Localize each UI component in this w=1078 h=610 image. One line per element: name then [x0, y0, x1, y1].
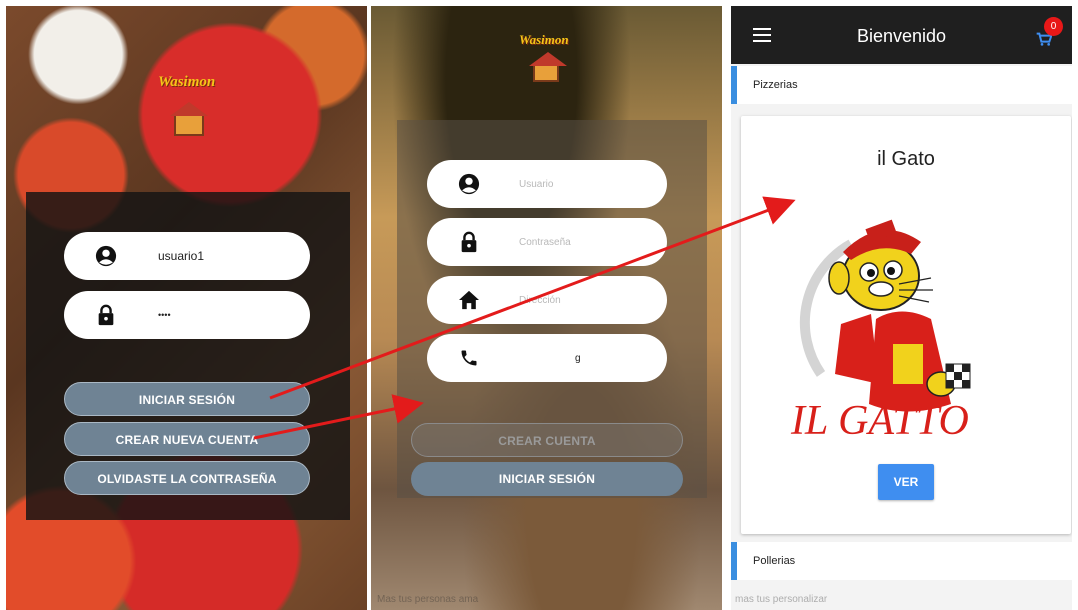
- create-account-button[interactable]: CREAR NUEVA CUENTA: [64, 422, 310, 456]
- section-title: Pizzerias: [753, 79, 798, 91]
- section-pizzerias: Pizzerias: [731, 66, 1072, 104]
- footer-text: mas tus personalizar: [735, 594, 828, 605]
- cart-badge: 0: [1044, 17, 1063, 36]
- username-placeholder: Usuario: [519, 178, 554, 190]
- app-logo-house: [170, 102, 208, 136]
- register-password-field[interactable]: Contraseña: [427, 218, 667, 266]
- register-address-field[interactable]: Dirección: [427, 276, 667, 324]
- register-username-field[interactable]: Usuario: [427, 160, 667, 208]
- restaurant-card: il Gato IL GATTO VER: [741, 116, 1071, 534]
- ver-button[interactable]: VER: [878, 464, 934, 500]
- create-account-button[interactable]: CREAR CUENTA: [411, 423, 683, 457]
- app-bar-title: Bienvenido: [856, 26, 947, 46]
- section-title: Pollerias: [753, 555, 796, 567]
- user-circle-icon: [94, 244, 118, 268]
- phone-icon: [457, 346, 481, 370]
- address-placeholder: Dirección: [519, 294, 561, 306]
- il-gato-logo-text: IL GATTO: [790, 398, 969, 444]
- lock-icon: [457, 230, 481, 254]
- register-phone-field[interactable]: g: [427, 334, 667, 382]
- register-login-button[interactable]: INICIAR SESIÓN: [411, 462, 683, 496]
- login-button[interactable]: INICIAR SESIÓN: [64, 382, 310, 416]
- home-icon: [457, 288, 481, 312]
- password-placeholder: Contraseña: [519, 236, 571, 248]
- login-screen: Wasimon usuario1 •••• INICIAR SESIÓN CRE…: [6, 6, 367, 610]
- register-screen: Wasimon Usuario Contraseña Dirección g C…: [371, 6, 722, 610]
- user-circle-icon: [457, 172, 481, 196]
- il-gato-logo: IL GATTO: [790, 219, 971, 444]
- card-title: il Gato: [877, 148, 935, 170]
- username-value: usuario1: [158, 249, 205, 263]
- phone-value: g: [575, 352, 581, 364]
- app-logo-text: Wasimon: [519, 32, 569, 47]
- password-value: ••••: [158, 310, 171, 320]
- section-pollerias: Pollerias: [731, 542, 1072, 580]
- username-field[interactable]: usuario1: [64, 232, 310, 280]
- app-logo-text: Wasimon: [158, 74, 216, 90]
- lock-icon: [94, 303, 118, 327]
- forgot-password-button[interactable]: OLVIDASTE LA CONTRASEÑA: [64, 461, 310, 495]
- home-screen: Bienvenido 0 Pizzerias il Gato IL GATTO …: [731, 6, 1072, 610]
- password-field[interactable]: ••••: [64, 291, 310, 339]
- app-bar: Bienvenido 0: [731, 6, 1072, 64]
- footer-text: Mas tus personas ama: [377, 594, 479, 605]
- app-logo-house: [529, 52, 567, 82]
